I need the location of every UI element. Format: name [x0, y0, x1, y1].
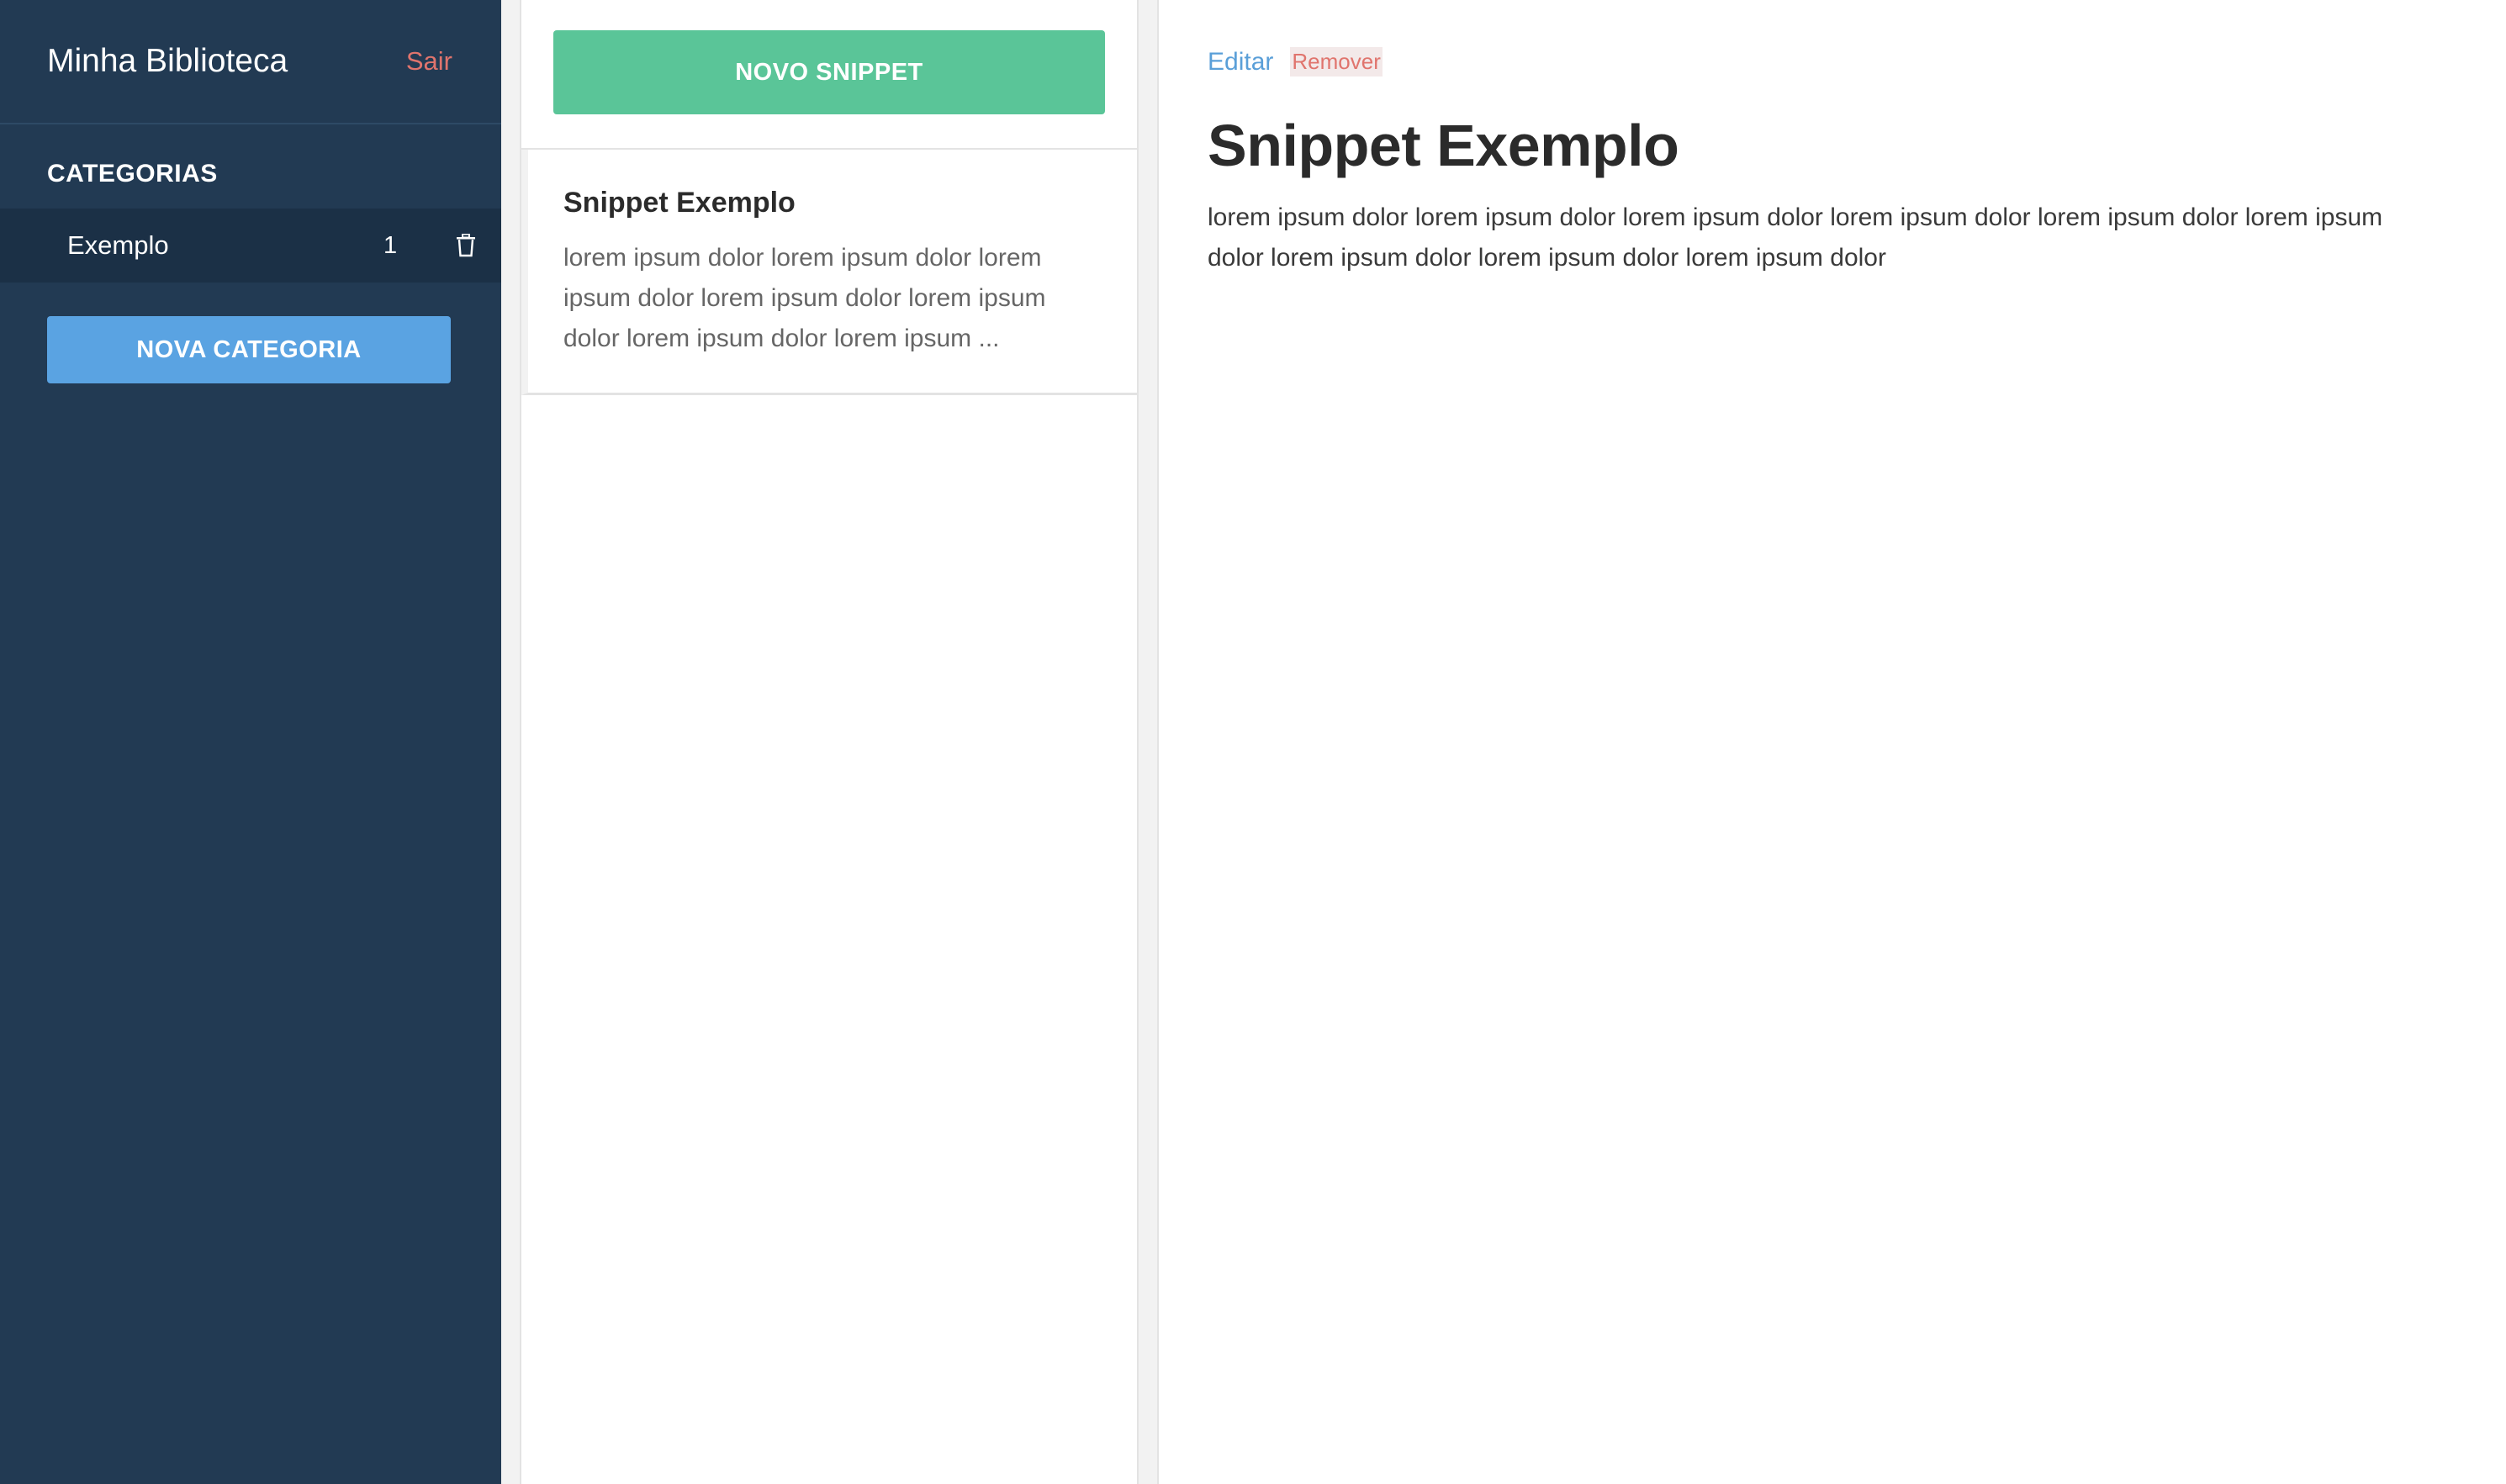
categories-heading: CATEGORIAS — [47, 160, 218, 187]
sidebar: Minha Biblioteca Sair CATEGORIAS Exemplo… — [0, 0, 501, 1484]
snippet-list-item[interactable]: Snippet Exemplo lorem ipsum dolor lorem … — [521, 150, 1137, 395]
snippet-card-title: Snippet Exemplo — [563, 187, 796, 219]
remove-link[interactable]: Remover — [1290, 47, 1383, 77]
new-snippet-button[interactable]: NOVO SNIPPET — [553, 30, 1105, 114]
snippet-body: lorem ipsum dolor lorem ipsum dolor lore… — [1208, 203, 2383, 272]
snippet-list-panel: NOVO SNIPPET Snippet Exemplo lorem ipsum… — [520, 0, 1139, 1484]
snippet-card-excerpt: lorem ipsum dolor lorem ipsum dolor lore… — [563, 244, 1046, 352]
column-gutter — [501, 0, 520, 1484]
snippet-toolbar: NOVO SNIPPET — [521, 0, 1137, 150]
category-count: 1 — [383, 231, 398, 259]
app-window: Minha Biblioteca Sair CATEGORIAS Exemplo… — [0, 0, 2506, 1484]
sidebar-item-exemplo[interactable]: Exemplo 1 — [0, 209, 501, 283]
snippet-detail-panel: Editar Remover Snippet Exemplo lorem ips… — [1157, 0, 2506, 1484]
category-name: Exemplo — [67, 230, 169, 260]
logout-link[interactable]: Sair — [406, 46, 452, 77]
sidebar-header: Minha Biblioteca Sair — [0, 0, 501, 124]
edit-link[interactable]: Editar — [1208, 48, 1273, 77]
column-gutter — [1139, 0, 1157, 1484]
trash-icon[interactable] — [452, 231, 479, 260]
snippet-title: Snippet Exemplo — [1208, 113, 1679, 178]
detail-actions: Editar Remover — [1208, 47, 2456, 77]
library-title: Minha Biblioteca — [47, 43, 288, 79]
new-category-button[interactable]: NOVA CATEGORIA — [47, 316, 451, 383]
